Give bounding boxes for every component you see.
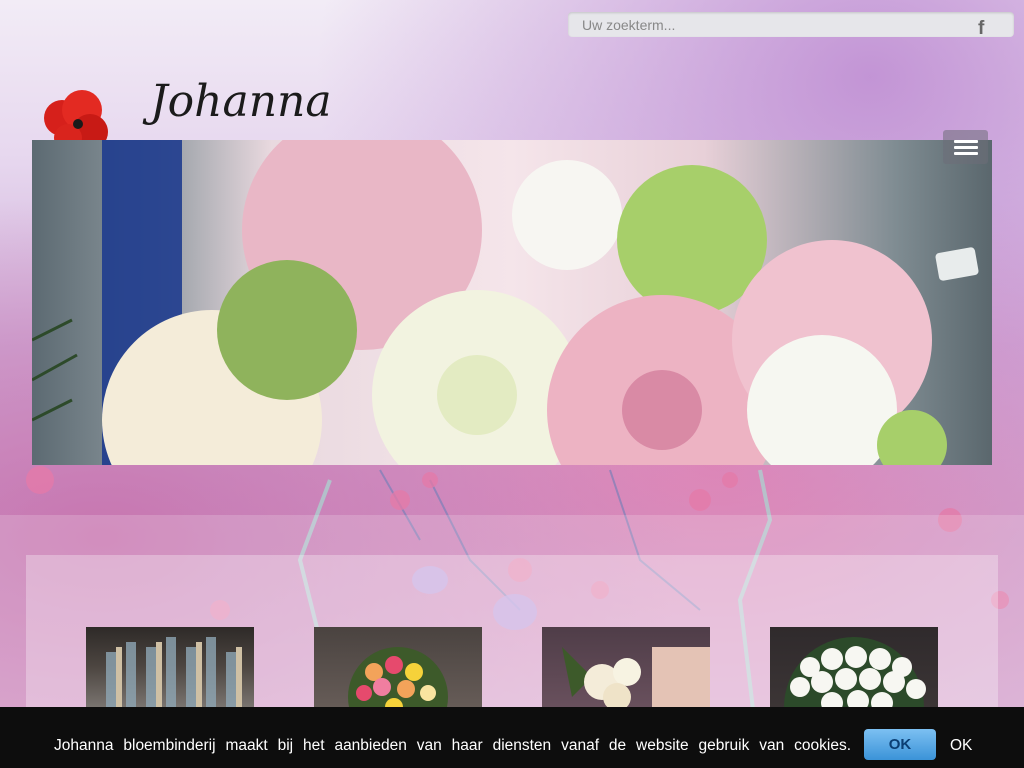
cookie-message: Johanna bloembinderij maakt bij het aanb… [54, 737, 851, 754]
search-box [568, 12, 1014, 37]
hero-image-bouquet [32, 140, 992, 465]
logo-name: Johanna [150, 76, 332, 127]
hamburger-menu-icon[interactable] [943, 130, 988, 164]
facebook-icon[interactable]: f [978, 19, 992, 39]
cookie-ok-link[interactable]: OK [950, 737, 972, 755]
search-input[interactable] [568, 12, 962, 37]
cookie-ok-button[interactable]: OK [864, 729, 936, 760]
cookie-consent-bar: Johanna bloembinderij maakt bij het aanb… [0, 707, 1024, 768]
